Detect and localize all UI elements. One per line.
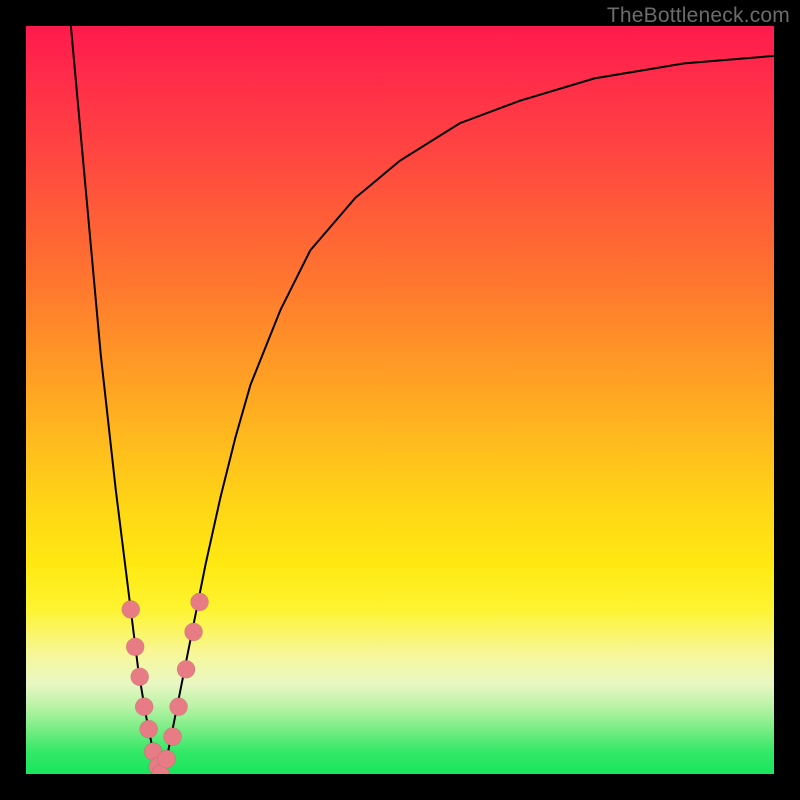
curve-marker [170, 698, 188, 716]
curve-marker [164, 728, 182, 746]
curve-marker [140, 720, 158, 738]
curve-marker [191, 593, 209, 611]
chart-stage: TheBottleneck.com [0, 0, 800, 800]
curve-marker [131, 668, 149, 686]
chart-svg [26, 26, 774, 774]
curve-markers [122, 593, 209, 774]
curve-marker [177, 660, 195, 678]
curve-marker [126, 638, 144, 656]
curve-marker [185, 623, 203, 641]
curve-marker [135, 698, 153, 716]
watermark-text: TheBottleneck.com [607, 4, 790, 28]
curve-marker [158, 750, 176, 768]
curve-marker [122, 600, 140, 618]
plot-area [26, 26, 774, 774]
bottleneck-curve [71, 26, 774, 774]
